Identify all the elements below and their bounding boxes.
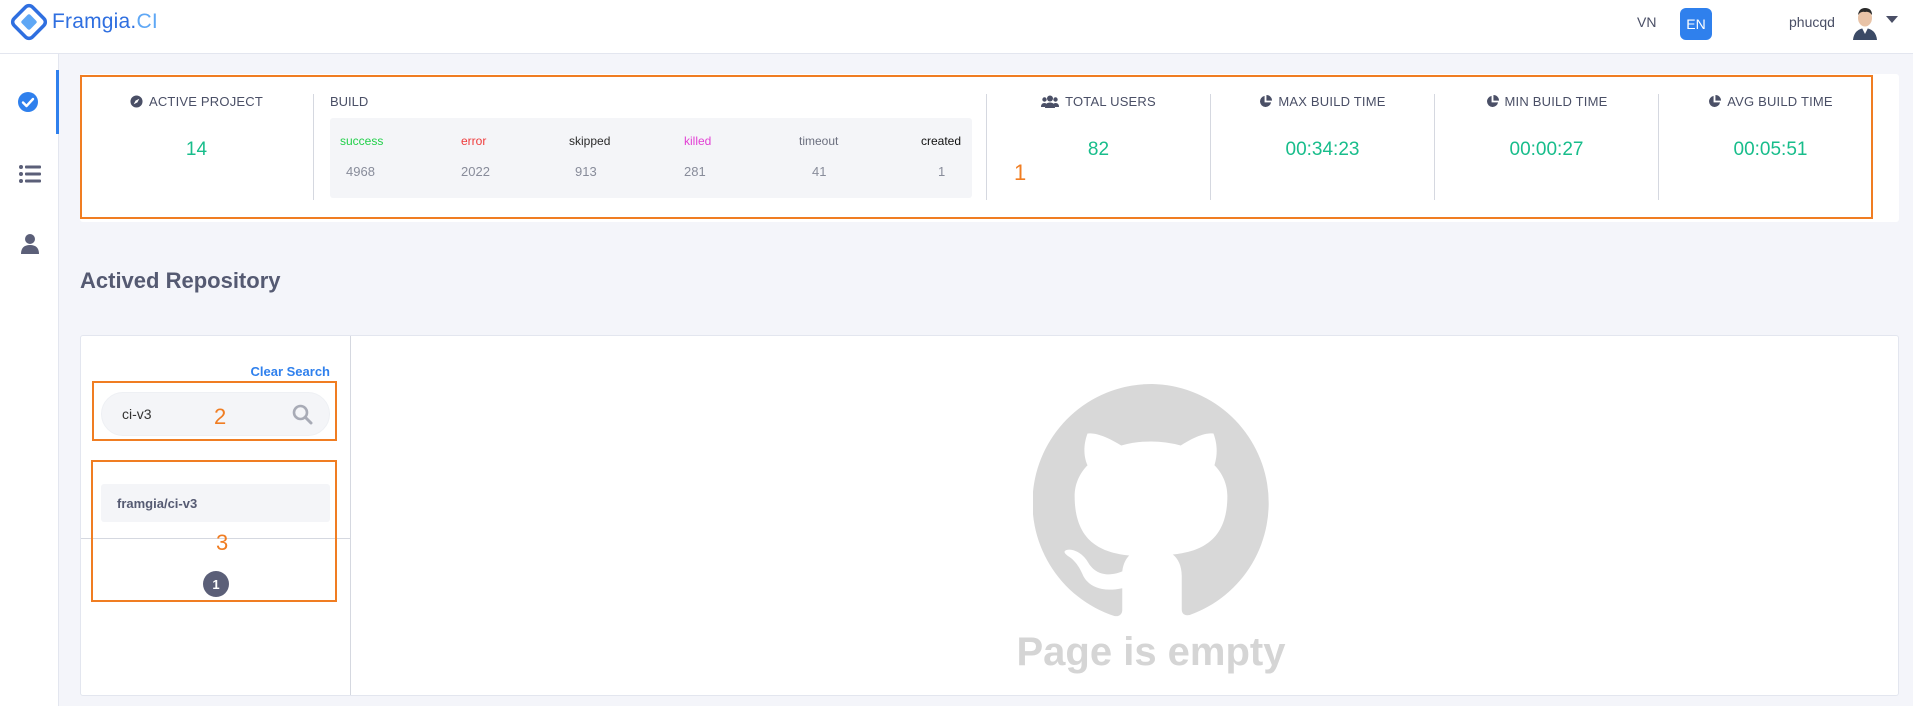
repository-sidebar: Clear Search framgia/ci-v3 1 [81,336,351,695]
build-status-label: skipped [569,134,611,148]
compass-icon [130,95,143,108]
build-status-count: 41 [812,164,827,179]
build-label: BUILD [330,94,369,109]
build-col-killed: killed 281 [651,118,758,198]
min-build-time-value: 00:00:27 [1509,139,1584,160]
stats-panel: ACTIVE PROJECT 14 BUILD success 4968 err… [80,74,1899,222]
annotation-label-2: 2 [214,404,227,429]
users-icon [1041,95,1060,108]
framgia-logo-icon [10,3,48,41]
github-octocat-icon [1031,383,1269,617]
language-en-button[interactable]: EN [1680,8,1712,40]
total-users-stat: TOTAL USERS 82 [987,74,1210,222]
build-col-success: success 4968 [330,118,437,198]
active-project-label: ACTIVE PROJECT [148,94,264,109]
username[interactable]: phucqd [1789,14,1835,30]
empty-state: Page is empty [1001,381,1301,675]
build-status-table: success 4968 error 2022 skipped 913 kill… [330,118,972,198]
sidebar [0,54,59,706]
logo-text: Framgia.CI [52,10,158,33]
language-vn-button[interactable]: VN [1637,14,1656,30]
avatar[interactable] [1850,6,1880,40]
avg-build-time-value: 00:05:51 [1733,139,1808,160]
avg-build-time-stat: AVG BUILD TIME 00:05:51 [1659,74,1882,222]
active-project-stat: ACTIVE PROJECT 14 [80,74,313,222]
list-icon [18,165,41,183]
build-status-label: killed [684,134,712,148]
annotation-label-1: 1 [1014,160,1027,185]
build-col-skipped: skipped 913 [544,118,651,198]
build-col-created: created 1 [865,118,972,198]
annotation-label-3: 3 [216,530,229,555]
build-status-count: 913 [575,164,597,179]
build-status-label: timeout [799,134,839,148]
sidebar-item-users[interactable] [0,212,59,276]
sidebar-item-list[interactable] [0,142,59,206]
min-build-time-label: MIN BUILD TIME [1504,94,1608,109]
build-status-count: 2022 [461,164,490,179]
page-title: Actived Repository [80,268,281,293]
logo[interactable]: Framgia.CI [8,3,158,41]
list-item[interactable]: framgia/ci-v3 [101,484,330,522]
check-circle-icon [18,92,38,112]
pie-chart-icon [1709,95,1722,107]
empty-state-text: Page is empty [1016,630,1286,674]
build-status-count: 281 [684,164,706,179]
search-input[interactable] [102,393,282,435]
clear-search-link[interactable]: Clear Search [251,364,331,379]
search-icon[interactable] [292,404,313,425]
avg-build-time-label: AVG BUILD TIME [1727,94,1833,109]
sidebar-item-dashboard[interactable] [0,70,59,134]
build-col-timeout: timeout 41 [758,118,865,198]
pie-chart-icon [1486,95,1499,107]
total-users-value: 82 [1087,139,1110,160]
build-col-error: error 2022 [437,118,544,198]
build-status-count: 4968 [346,164,375,179]
active-project-value: 14 [185,139,208,160]
top-header: Framgia.CI VN EN phucqd [0,0,1913,54]
user-icon [20,234,39,254]
min-build-time-stat: MIN BUILD TIME 00:00:27 [1435,74,1658,222]
build-status-label: success [340,134,384,148]
max-build-time-label: MAX BUILD TIME [1278,94,1386,109]
chevron-down-icon[interactable] [1886,16,1898,23]
build-status-label: error [461,134,487,148]
pie-chart-icon [1260,95,1273,107]
repository-panel: Clear Search framgia/ci-v3 1 Page is emp… [80,335,1899,696]
build-status-count: 1 [938,164,946,179]
build-status-label: created [921,134,962,148]
max-build-time-value: 00:34:23 [1285,139,1360,160]
total-users-label: TOTAL USERS [1065,94,1156,109]
pagination-page-1[interactable]: 1 [203,571,229,597]
max-build-time-stat: MAX BUILD TIME 00:34:23 [1211,74,1434,222]
divider [313,94,314,200]
